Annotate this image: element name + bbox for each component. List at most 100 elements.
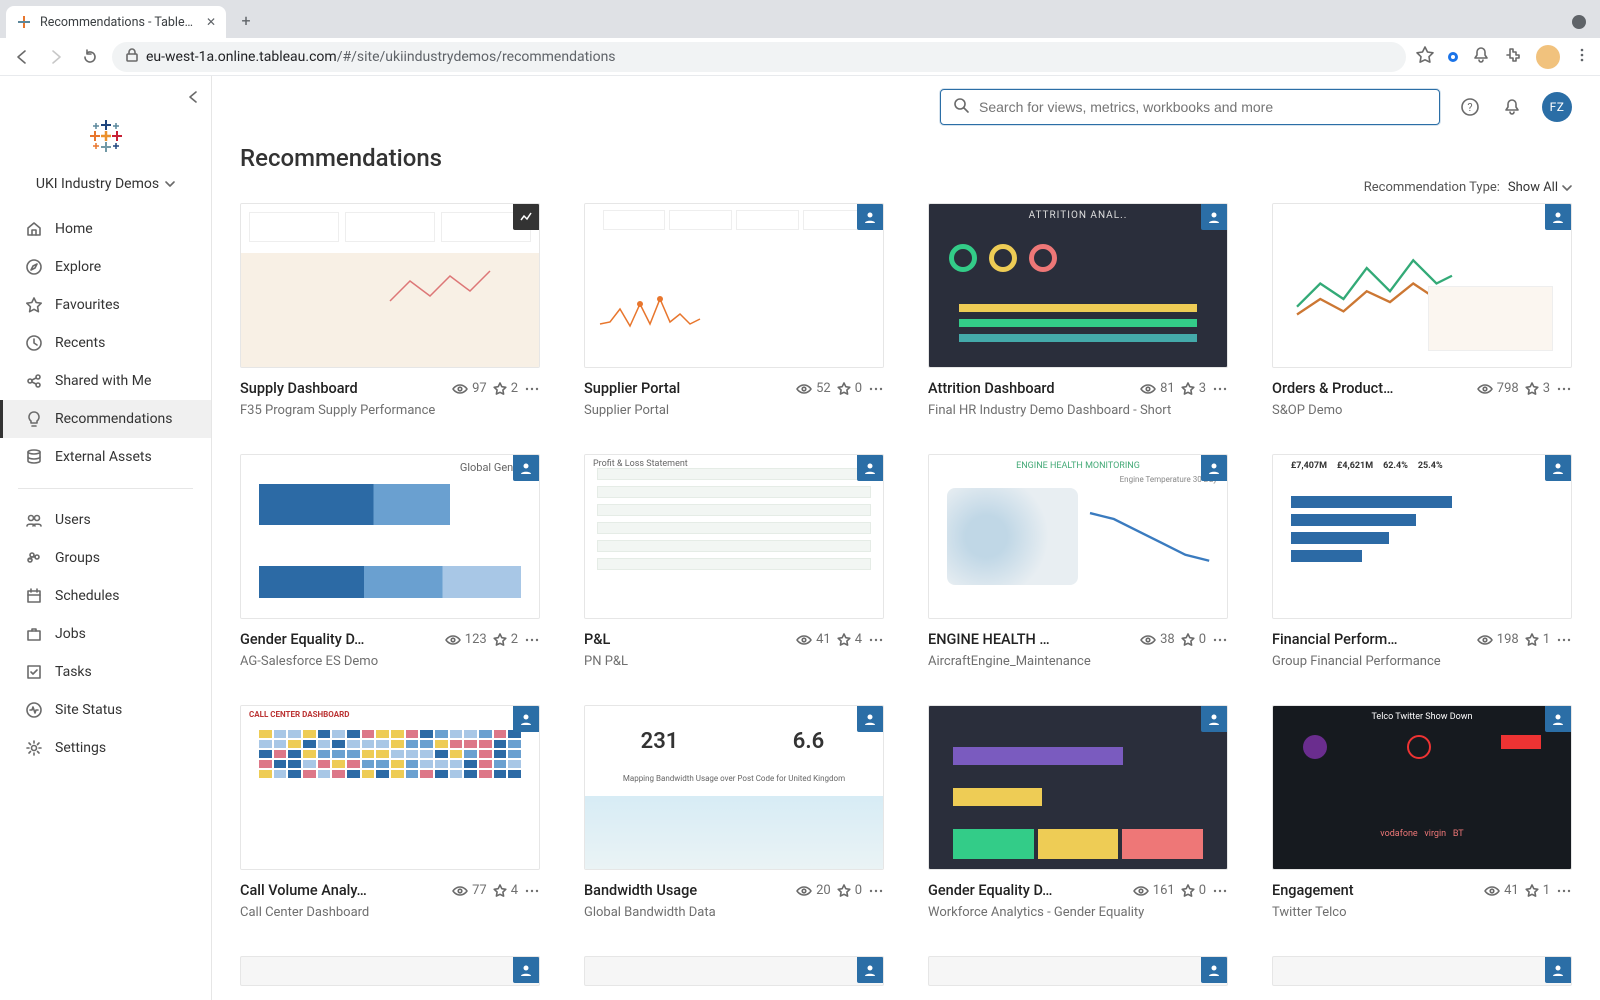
extensions-icon[interactable] (1504, 46, 1522, 68)
more-actions-button[interactable] (1556, 633, 1572, 647)
favourite-button[interactable]: 2 (493, 632, 518, 647)
card-subtitle: Supplier Portal (584, 403, 884, 418)
more-actions-button[interactable] (1212, 382, 1228, 396)
site-switcher[interactable]: UKI Industry Demos (0, 170, 211, 210)
card-thumbnail[interactable]: Global Gender (240, 454, 540, 619)
kebab-icon[interactable] (1574, 47, 1590, 67)
favourite-button[interactable]: 3 (1525, 381, 1550, 396)
sidebar-item-recommendations[interactable]: Recommendations (0, 400, 211, 438)
browser-tab[interactable]: Recommendations - Tableau O ✕ (6, 6, 226, 38)
sidebar-item-explore[interactable]: Explore (0, 248, 211, 286)
profile-avatar[interactable] (1536, 45, 1560, 69)
favourite-button[interactable]: 0 (1181, 632, 1206, 647)
card-title[interactable]: Bandwidth Usage (584, 882, 790, 899)
card-title[interactable]: ENGINE HEALTH … (928, 631, 1134, 648)
new-tab-button[interactable]: + (232, 6, 260, 34)
card-thumbnail[interactable]: £7,407M£4,621M62.4%25.4% (1272, 454, 1572, 619)
card-thumbnail[interactable] (1272, 203, 1572, 368)
bookmark-icon[interactable] (1416, 46, 1434, 68)
recommendation-card: £7,407M£4,621M62.4%25.4% Financial Perfor… (1272, 454, 1572, 669)
more-actions-button[interactable] (1212, 633, 1228, 647)
card-title[interactable]: P&L (584, 631, 790, 648)
extension-icon[interactable] (1448, 52, 1458, 62)
favourite-button[interactable]: 0 (1181, 883, 1206, 898)
more-actions-button[interactable] (868, 884, 884, 898)
tableau-logo[interactable] (0, 104, 211, 170)
close-icon[interactable]: ✕ (206, 15, 216, 29)
search-input[interactable] (979, 99, 1427, 115)
sidebar-item-groups[interactable]: Groups (0, 539, 211, 577)
help-icon[interactable]: ? (1458, 95, 1482, 119)
sidebar-item-schedules[interactable]: Schedules (0, 577, 211, 615)
reload-button[interactable] (78, 45, 102, 69)
gear-icon (25, 739, 43, 757)
sidebar-item-recents[interactable]: Recents (0, 324, 211, 362)
jobs-icon (25, 625, 43, 643)
window-control-icon[interactable] (1572, 15, 1586, 29)
collapse-sidebar-button[interactable] (0, 76, 211, 104)
favourite-button[interactable]: 0 (837, 381, 862, 396)
card-thumbnail[interactable]: CALL CENTER DASHBOARD (240, 705, 540, 870)
card-title[interactable]: Attrition Dashboard (928, 380, 1134, 397)
person-icon (1545, 957, 1571, 983)
sidebar-item-label: Recommendations (55, 411, 173, 427)
search-box[interactable] (940, 89, 1440, 125)
favourite-button[interactable]: 2 (493, 381, 518, 396)
card-title[interactable]: Orders & Product… (1272, 380, 1471, 397)
sidebar-item-jobs[interactable]: Jobs (0, 615, 211, 653)
more-actions-button[interactable] (868, 633, 884, 647)
card-thumbnail[interactable]: Profit & Loss Statement (584, 454, 884, 619)
more-actions-button[interactable] (524, 633, 540, 647)
sidebar-item-users[interactable]: Users (0, 501, 211, 539)
sidebar-item-label: Recents (55, 335, 105, 351)
sidebar-item-favourites[interactable]: Favourites (0, 286, 211, 324)
more-actions-button[interactable] (1556, 884, 1572, 898)
more-actions-button[interactable] (1556, 382, 1572, 396)
card-title[interactable]: Engagement (1272, 882, 1478, 899)
card-title[interactable]: Supplier Portal (584, 380, 790, 397)
card-thumbnail[interactable] (928, 705, 1228, 870)
sidebar-item-settings[interactable]: Settings (0, 729, 211, 767)
favourite-button[interactable]: 1 (1525, 883, 1550, 898)
card-thumbnail[interactable] (584, 203, 884, 368)
notifications-icon[interactable] (1472, 46, 1490, 68)
forward-button[interactable] (44, 45, 68, 69)
card-title[interactable]: Gender Equality D… (928, 882, 1127, 899)
address-bar[interactable]: eu-west-1a.online.tableau.com/#/site/uki… (112, 42, 1406, 72)
sidebar-item-tasks[interactable]: Tasks (0, 653, 211, 691)
favourite-button[interactable]: 4 (837, 632, 862, 647)
person-icon (857, 204, 883, 230)
notifications-icon[interactable] (1500, 95, 1524, 119)
filter-type-dropdown[interactable]: Show All (1508, 180, 1572, 195)
more-actions-button[interactable] (524, 884, 540, 898)
tasks-icon (25, 663, 43, 681)
more-actions-button[interactable] (868, 382, 884, 396)
sidebar-item-shared-with-me[interactable]: Shared with Me (0, 362, 211, 400)
bulb-icon (25, 410, 43, 428)
page-title: Recommendations (240, 144, 1572, 172)
card-title[interactable]: Financial Perform… (1272, 631, 1471, 648)
card-title[interactable]: Call Volume Analy… (240, 882, 446, 899)
sidebar-item-home[interactable]: Home (0, 210, 211, 248)
sidebar-item-site-status[interactable]: Site Status (0, 691, 211, 729)
card-thumbnail[interactable]: ENGINE HEALTH MONITORINGEngine Temperatu… (928, 454, 1228, 619)
card-title[interactable]: Gender Equality D… (240, 631, 439, 648)
card-title[interactable]: Supply Dashboard (240, 380, 446, 397)
back-button[interactable] (10, 45, 34, 69)
more-actions-button[interactable] (1212, 884, 1228, 898)
card-subtitle: Workforce Analytics - Gender Equality (928, 905, 1228, 920)
user-menu[interactable]: FZ (1542, 92, 1572, 122)
favourite-button[interactable]: 1 (1525, 632, 1550, 647)
card-thumbnail[interactable] (240, 203, 540, 368)
sidebar-item-external-assets[interactable]: External Assets (0, 438, 211, 476)
sidebar-item-label: Schedules (55, 588, 119, 604)
favourite-button[interactable]: 0 (837, 883, 862, 898)
sidebar-item-label: Site Status (55, 702, 122, 718)
favourite-button[interactable]: 4 (493, 883, 518, 898)
card-thumbnail[interactable]: Telco Twitter Show Downvodafone virgin B… (1272, 705, 1572, 870)
card-thumbnail[interactable]: 2316.6Mapping Bandwidth Usage over Post … (584, 705, 884, 870)
more-actions-button[interactable] (524, 382, 540, 396)
card-subtitle: AG-Salesforce ES Demo (240, 654, 540, 669)
favourite-button[interactable]: 3 (1181, 381, 1206, 396)
card-thumbnail[interactable]: ATTRITION ANAL.. (928, 203, 1228, 368)
